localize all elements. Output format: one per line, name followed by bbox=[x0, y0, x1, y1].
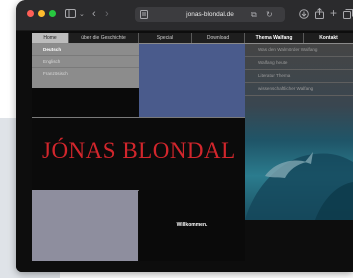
walfang-submenu-panel: Was den Walmörder Walfang Walfang heute … bbox=[245, 44, 353, 220]
chevron-down-icon[interactable]: ⌄ bbox=[79, 10, 85, 20]
nav-thema-walfang[interactable]: Thema Walfang bbox=[245, 33, 304, 43]
address-bar[interactable]: jonas-blondal.de ⧉ ↻ bbox=[135, 7, 285, 22]
language-menu: Deutsch Englisch Französisch bbox=[32, 44, 139, 88]
back-icon[interactable]: ‹ bbox=[92, 9, 96, 20]
reload-icon[interactable]: ↻ bbox=[266, 10, 273, 20]
submenu-item-walfang-heute[interactable]: Walfang heute bbox=[245, 57, 353, 70]
submenu-item-wissenschaftlich[interactable]: wissenschaftlicher Walfang bbox=[245, 83, 353, 96]
minimize-window-button[interactable] bbox=[38, 10, 45, 17]
language-deutsch[interactable]: Deutsch bbox=[32, 44, 139, 56]
nav-special[interactable]: Special bbox=[139, 33, 192, 43]
nav-download[interactable]: Download bbox=[192, 33, 245, 43]
welcome-text: Willkommen. bbox=[176, 222, 208, 228]
translate-icon[interactable]: ⧉ bbox=[251, 10, 257, 20]
close-window-button[interactable] bbox=[27, 10, 34, 17]
new-tab-icon[interactable]: + bbox=[330, 7, 337, 19]
language-franzoesisch[interactable]: Französisch bbox=[32, 68, 139, 79]
welcome-panel: Willkommen. bbox=[139, 190, 245, 261]
download-icon[interactable] bbox=[299, 9, 309, 22]
black-panel bbox=[32, 88, 139, 117]
browser-toolbar: ⌄ ‹ › jonas-blondal.de ⧉ ↻ + bbox=[16, 0, 353, 31]
submenu-item-literatur[interactable]: Literatur Thema bbox=[245, 70, 353, 83]
submenu-item-walmoerder[interactable]: Was den Walmörder Walfang bbox=[245, 44, 353, 57]
share-icon[interactable] bbox=[315, 7, 324, 22]
gray-panel bbox=[32, 190, 138, 261]
nav-kontakt[interactable]: Kontakt bbox=[304, 33, 353, 43]
nav-home[interactable]: Home bbox=[32, 33, 69, 43]
main-navigation: Home über die Geschichte Special Downloa… bbox=[32, 33, 353, 44]
website-content: Home über die Geschichte Special Downloa… bbox=[16, 31, 353, 272]
blue-panel bbox=[139, 44, 245, 117]
site-title: JÓNAS BLONDAL bbox=[42, 138, 236, 163]
browser-window: ⌄ ‹ › jonas-blondal.de ⧉ ↻ + Home über d… bbox=[16, 0, 353, 272]
language-englisch[interactable]: Englisch bbox=[32, 56, 139, 68]
sidebar-icon[interactable] bbox=[65, 9, 76, 21]
forward-icon[interactable]: › bbox=[105, 9, 109, 20]
url-text: jonas-blondal.de bbox=[186, 11, 234, 18]
zoom-window-button[interactable] bbox=[49, 10, 56, 17]
title-banner: JÓNAS BLONDAL bbox=[32, 117, 245, 191]
nav-geschichte[interactable]: über die Geschichte bbox=[69, 33, 139, 43]
tab-overview-icon[interactable] bbox=[343, 9, 353, 22]
